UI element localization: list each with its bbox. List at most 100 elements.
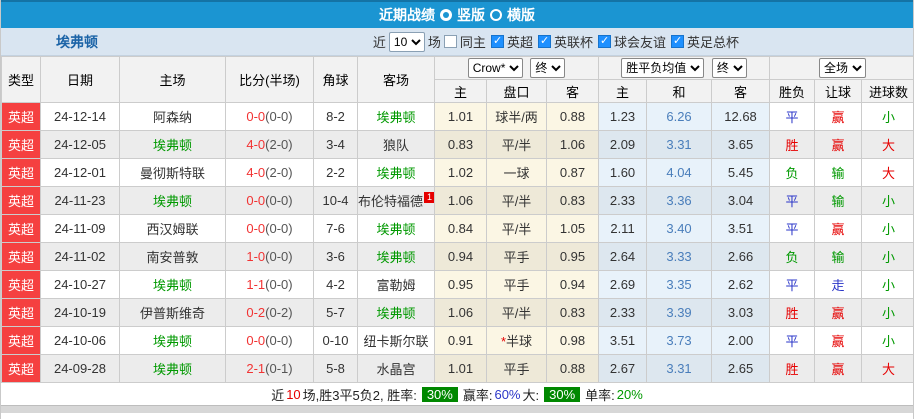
near-label: 近	[372, 35, 386, 50]
away-team[interactable]: 纽卡斯尔联	[357, 326, 435, 355]
table-header: 类型 日期 主场 比分(半场) 角球 客场 Crow* 终 胜平负均值 终 全场	[1, 56, 913, 103]
corner-score: 5-8	[313, 354, 358, 383]
win-draw-lose-result: 平	[769, 270, 816, 299]
league-filter-checkbox-efl-cup[interactable]	[537, 34, 551, 48]
fulltime-score: 4-0	[246, 137, 266, 152]
win-draw-lose-result: 负	[769, 158, 816, 187]
away-team[interactable]: 埃弗顿	[357, 158, 435, 187]
win-draw-lose-result: 胜	[769, 354, 816, 383]
let-rate-value: 60%	[494, 386, 521, 402]
away-team[interactable]: 狼队	[357, 130, 435, 159]
col-handicap: 盘口	[486, 79, 547, 103]
avg-draw-odds: 3.35	[646, 270, 713, 299]
league-filter-checkbox-friendly[interactable]	[597, 34, 611, 48]
league-filter-checkbox-fa-cup[interactable]	[670, 34, 684, 48]
fulltime-score: 4-0	[246, 165, 266, 180]
match-date: 24-10-06	[40, 326, 120, 355]
vertical-layout-radio[interactable]	[440, 9, 452, 21]
let-rate-label: 赢率:	[462, 387, 493, 403]
table-row: 英超 24-12-14 阿森纳 0-0(0-0) 8-2 埃弗顿 1.01 球半…	[1, 102, 913, 131]
handicap-odds-away: 1.05	[545, 214, 600, 243]
away-team[interactable]: 埃弗顿	[357, 298, 435, 327]
goals-result: 小	[861, 102, 913, 131]
avg-away-odds: 3.03	[711, 298, 771, 327]
match-league-badge: 英超	[1, 158, 41, 187]
match-league-badge: 英超	[1, 354, 41, 383]
goals-result: 小	[861, 186, 913, 215]
corner-score: 7-6	[313, 214, 358, 243]
home-team[interactable]: 阿森纳	[119, 102, 226, 131]
team-name: 埃弗顿	[56, 33, 98, 50]
same-home-checkbox[interactable]	[443, 35, 457, 48]
avg-draw-odds: 3.33	[646, 242, 713, 271]
match-league-badge: 英超	[1, 102, 41, 131]
home-team[interactable]: 伊普斯维奇	[119, 298, 226, 327]
bookmaker-state-select[interactable]: 终	[530, 58, 566, 78]
avg-away-odds: 2.00	[711, 326, 771, 355]
same-home-label[interactable]: 同主	[460, 32, 486, 51]
table-row: 英超 24-12-01 曼彻斯特联 4-0(2-0) 2-2 埃弗顿 1.02 …	[1, 158, 913, 187]
fulltime-score: 1-1	[246, 277, 266, 292]
match-date: 24-10-27	[40, 270, 120, 299]
halftime-score: (2-0)	[265, 137, 293, 152]
halftime-score: (0-0)	[265, 109, 293, 124]
avg-odds-state-select[interactable]: 终	[711, 58, 747, 78]
col-date: 日期	[40, 56, 120, 103]
match-score: 4-0(2-0)	[225, 158, 314, 187]
away-team[interactable]: 埃弗顿	[357, 242, 435, 271]
table-row: 英超 24-09-28 埃弗顿 2-1(0-1) 5-8 水晶宫 1.01 平手…	[1, 354, 913, 383]
away-team[interactable]: 富勒姆	[357, 270, 435, 299]
table-row: 英超 24-10-06 埃弗顿 0-0(0-0) 0-10 纽卡斯尔联 0.91…	[1, 326, 913, 355]
halftime-score: (0-2)	[265, 305, 293, 320]
league-filter-checkbox-premier[interactable]	[490, 34, 504, 48]
league-filter-label-efl-cup[interactable]: 英联杯	[554, 32, 593, 51]
win-draw-lose-result: 胜	[769, 298, 816, 327]
home-team[interactable]: 南安普敦	[119, 242, 226, 271]
away-team[interactable]: 埃弗顿	[357, 102, 435, 131]
home-team[interactable]: 埃弗顿	[119, 186, 226, 215]
vertical-layout-label[interactable]: 竖版	[457, 5, 485, 25]
avg-odds-select[interactable]: 胜平负均值	[621, 58, 705, 78]
halftime-score: (0-1)	[265, 361, 293, 376]
home-team[interactable]: 埃弗顿	[119, 270, 226, 299]
handicap-line: 平/半	[486, 186, 547, 215]
scope-group-header: 全场	[769, 56, 913, 80]
handicap-odds-away: 0.98	[545, 326, 600, 355]
scope-select[interactable]: 全场	[819, 58, 867, 78]
match-score: 0-0(0-0)	[225, 186, 314, 215]
handicap-line: 平手	[486, 354, 547, 383]
avg-draw-odds: 3.31	[646, 354, 713, 383]
match-count-select[interactable]: 10	[388, 31, 425, 52]
bookmaker-select[interactable]: Crow*	[467, 58, 523, 78]
home-team[interactable]: 埃弗顿	[119, 130, 226, 159]
home-team[interactable]: 西汉姆联	[119, 214, 226, 243]
league-filter-label-fa-cup[interactable]: 英足总杯	[687, 32, 739, 51]
corner-score: 2-2	[313, 158, 358, 187]
match-score: 0-0(0-0)	[225, 214, 314, 243]
avg-away-odds: 3.04	[711, 186, 771, 215]
home-team[interactable]: 曼彻斯特联	[119, 158, 226, 187]
panel-title: 近期战绩	[379, 7, 435, 23]
match-league-badge: 英超	[1, 242, 41, 271]
handicap-odds-away: 1.06	[545, 130, 600, 159]
away-team[interactable]: 布伦特福德 1	[357, 186, 435, 215]
home-team[interactable]: 埃弗顿	[119, 354, 226, 383]
handicap-result: 输	[814, 186, 863, 215]
home-team[interactable]: 埃弗顿	[119, 326, 226, 355]
match-league-badge: 英超	[1, 298, 41, 327]
league-filter-label-friendly[interactable]: 球会友谊	[614, 32, 666, 51]
away-team[interactable]: 埃弗顿	[357, 214, 435, 243]
corner-score: 8-2	[313, 102, 358, 131]
handicap-odds-home: 1.01	[434, 354, 487, 383]
col-corners: 角球	[313, 56, 358, 103]
corner-score: 3-4	[313, 130, 358, 159]
table-row: 英超 24-11-09 西汉姆联 0-0(0-0) 7-6 埃弗顿 0.84 平…	[1, 214, 913, 243]
avg-draw-odds: 3.73	[646, 326, 713, 355]
horizontal-layout-radio[interactable]	[490, 9, 502, 21]
handicap-result: 赢	[814, 102, 863, 131]
league-filter-label-premier[interactable]: 英超	[507, 32, 533, 51]
avg-home-odds: 1.23	[598, 102, 648, 131]
away-team[interactable]: 水晶宫	[357, 354, 435, 383]
horizontal-layout-label[interactable]: 横版	[507, 5, 535, 25]
team-note-badge: 1	[424, 192, 434, 203]
